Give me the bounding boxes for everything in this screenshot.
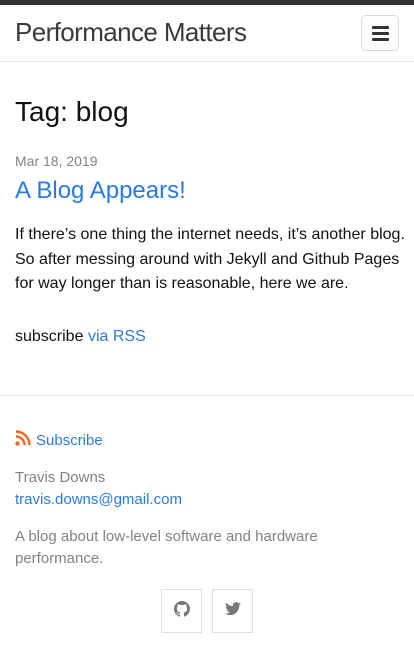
github-button[interactable]: [161, 589, 202, 633]
github-icon: [173, 600, 190, 622]
footer-subscribe: Subscribe: [15, 429, 103, 451]
post-date: Mar 18, 2019: [15, 153, 98, 169]
post-excerpt: If there’s one thing the internet needs,…: [15, 226, 405, 292]
twitter-button[interactable]: [212, 589, 253, 633]
site-title-link[interactable]: Performance Matters: [15, 17, 247, 47]
footer-divider: [0, 395, 414, 396]
subscribe-rss-line: subscribe via RSS: [15, 326, 146, 348]
rss-icon: [15, 429, 31, 451]
footer-subscribe-link[interactable]: Subscribe: [36, 432, 103, 449]
twitter-icon: [224, 601, 241, 621]
menu-button[interactable]: [361, 15, 399, 51]
rss-link[interactable]: via RSS: [88, 328, 146, 345]
site-description: A blog about low-level software and hard…: [15, 528, 318, 567]
author-name: Travis Downs: [15, 469, 106, 486]
subscribe-prefix: subscribe: [15, 328, 84, 345]
post-title-link[interactable]: A Blog Appears!: [15, 176, 186, 206]
site-header: Performance Matters: [0, 5, 414, 62]
author-email-link[interactable]: travis.downs@gmail.com: [15, 489, 182, 510]
page-title: Tag: blog: [15, 96, 129, 127]
